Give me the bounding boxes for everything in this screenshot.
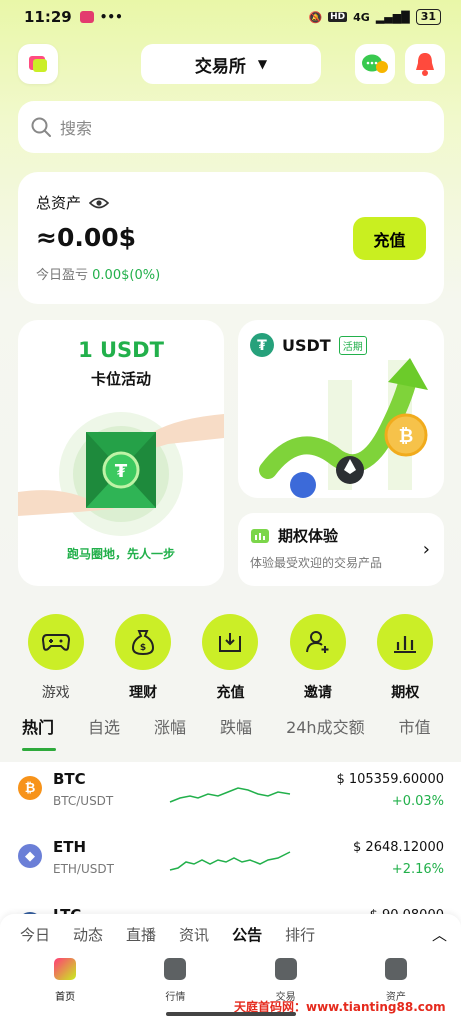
- search-bar[interactable]: 搜索: [18, 101, 444, 153]
- news-tab-feed[interactable]: 动态: [73, 924, 103, 945]
- sparkline-btc: [169, 787, 291, 803]
- more-icon: •••: [99, 10, 123, 24]
- today-pnl-value: 0.00$(0%): [92, 268, 161, 283]
- signal-icon: ▂▄▆█: [375, 10, 410, 24]
- money-bag-icon: $: [132, 630, 155, 656]
- promo-amount: 1 USDT: [78, 338, 164, 362]
- quick-action-game[interactable]: 游戏: [20, 614, 92, 702]
- coin-change: +0.03%: [391, 794, 444, 809]
- svg-text:₿: ₿: [399, 426, 414, 447]
- market-list: ₿ BTC BTC/USDT $ 105359.60000 +0.03% ◆ E…: [0, 762, 461, 936]
- svg-text:₮: ₮: [115, 461, 128, 482]
- add-user-icon: [305, 631, 329, 653]
- promo-slogan: 跑马圈地，先人一步: [66, 547, 175, 561]
- coin-pair: BTC/USDT: [53, 794, 114, 808]
- trade-icon: [274, 958, 297, 980]
- deposit-button[interactable]: 充值: [353, 217, 426, 260]
- bell-icon: [416, 53, 434, 76]
- today-pnl: 今日盈亏 0.00$(0%): [36, 264, 426, 283]
- news-tab-ranking[interactable]: 排行: [285, 924, 315, 945]
- total-assets-card: 总资产 ≈0.00$ 今日盈亏 0.00$(0%) 充值: [18, 172, 444, 304]
- notification-button[interactable]: [405, 44, 445, 84]
- market-icon: [164, 958, 187, 980]
- today-pnl-label: 今日盈亏: [36, 268, 89, 283]
- promo-title: 卡位活动: [90, 370, 151, 388]
- chevron-right-icon: ›: [422, 539, 430, 560]
- quick-action-label: 期权: [391, 685, 420, 701]
- chat-button[interactable]: [355, 44, 395, 84]
- mute-icon: 🔕: [308, 10, 323, 24]
- coin-price: $ 105359.60000: [336, 772, 444, 787]
- market-tabs: 热门 自选 涨幅 跌幅 24h成交额 市值: [0, 714, 461, 754]
- home-indicator: [166, 1012, 296, 1016]
- usdt-savings-card[interactable]: ₮ USDT 活期 ₿: [238, 320, 444, 498]
- caret-down-icon: ▼: [257, 57, 268, 71]
- chat-icon: [362, 54, 388, 73]
- options-desc: 体验最受欢迎的交易产品: [250, 556, 383, 570]
- market-row-btc[interactable]: ₿ BTC BTC/USDT $ 105359.60000 +0.03%: [0, 762, 461, 830]
- eth-icon: ◆: [18, 844, 42, 868]
- gamepad-icon: [41, 634, 70, 651]
- news-tab-today[interactable]: 今日: [20, 924, 50, 945]
- nav-home[interactable]: 首页: [25, 954, 105, 1024]
- tab-hot[interactable]: 热门: [22, 714, 57, 754]
- home-icon: [54, 958, 77, 980]
- market-row-eth[interactable]: ◆ ETH ETH/USDT $ 2648.12000 +2.16%: [0, 830, 461, 898]
- options-title: 期权体验: [278, 527, 339, 545]
- search-icon: [31, 117, 51, 137]
- hd-icon: HD: [328, 12, 348, 22]
- status-bar: 11:29 ••• 🔕 HD 4G ▂▄▆█ 31: [0, 0, 461, 34]
- coin-name: ETH: [53, 838, 87, 856]
- tab-gainers[interactable]: 涨幅: [154, 714, 186, 754]
- btc-icon: ₿: [18, 776, 42, 800]
- exchange-label: 交易所: [194, 56, 246, 77]
- quick-action-label: 游戏: [41, 685, 70, 701]
- quick-action-finance[interactable]: $ 理财: [107, 614, 179, 702]
- svg-text:$: $: [140, 643, 146, 653]
- news-tab-live[interactable]: 直播: [126, 924, 156, 945]
- app-logo[interactable]: [18, 44, 58, 84]
- header: 交易所 ▼: [0, 42, 461, 86]
- quick-action-label: 充值: [216, 685, 245, 701]
- nav-label: 行情: [165, 992, 186, 1003]
- status-time: 11:29: [24, 8, 72, 26]
- tab-favorites[interactable]: 自选: [88, 714, 120, 754]
- quick-action-label: 理财: [129, 685, 158, 701]
- notification-app-icon: [79, 11, 94, 23]
- options-card[interactable]: 期权体验 体验最受欢迎的交易产品 ›: [238, 513, 444, 586]
- app-logo-icon: [29, 56, 47, 72]
- quick-action-deposit[interactable]: 充值: [194, 614, 266, 702]
- coin-pair: ETH/USDT: [53, 862, 114, 876]
- options-icon: [251, 528, 269, 543]
- sparkline-eth: [169, 851, 291, 871]
- bar-chart-icon: [394, 636, 417, 653]
- search-placeholder: 搜索: [60, 119, 93, 138]
- wallet-icon: [384, 958, 407, 980]
- eye-icon[interactable]: [89, 196, 110, 210]
- total-assets-title: 总资产: [36, 194, 82, 212]
- promo-card[interactable]: 1 USDT 卡位活动 ₮ 跑马圈地，先人一步: [18, 320, 224, 586]
- news-tab-announcement[interactable]: 公告: [232, 924, 262, 945]
- quick-actions: 游戏 $ 理财 充值 邀请 期权: [0, 614, 461, 702]
- nav-label: 首页: [55, 992, 76, 1003]
- tab-volume[interactable]: 24h成交额: [286, 714, 365, 754]
- chevron-up-icon[interactable]: ︿: [432, 924, 447, 945]
- tab-losers[interactable]: 跌幅: [220, 714, 252, 754]
- exchange-selector[interactable]: 交易所 ▼: [141, 44, 321, 84]
- news-tab-news[interactable]: 资讯: [179, 924, 209, 945]
- tab-market-cap[interactable]: 市值: [399, 714, 431, 754]
- deposit-box-icon: [219, 633, 242, 652]
- coin-change: +2.16%: [391, 862, 444, 877]
- network-label: 4G: [353, 10, 370, 24]
- quick-action-label: 邀请: [303, 685, 332, 701]
- coin-price: $ 2648.12000: [353, 840, 444, 855]
- promo-illustration: ₮: [18, 412, 224, 536]
- battery-icon: 31: [415, 9, 441, 25]
- quick-action-invite[interactable]: 邀请: [282, 614, 354, 702]
- quick-action-options[interactable]: 期权: [369, 614, 441, 702]
- growth-arrow-illustration: ₿: [259, 358, 428, 498]
- coin-name: BTC: [53, 770, 86, 788]
- news-tabs: 今日 动态 直播 资讯 公告 排行 ︿: [0, 914, 461, 954]
